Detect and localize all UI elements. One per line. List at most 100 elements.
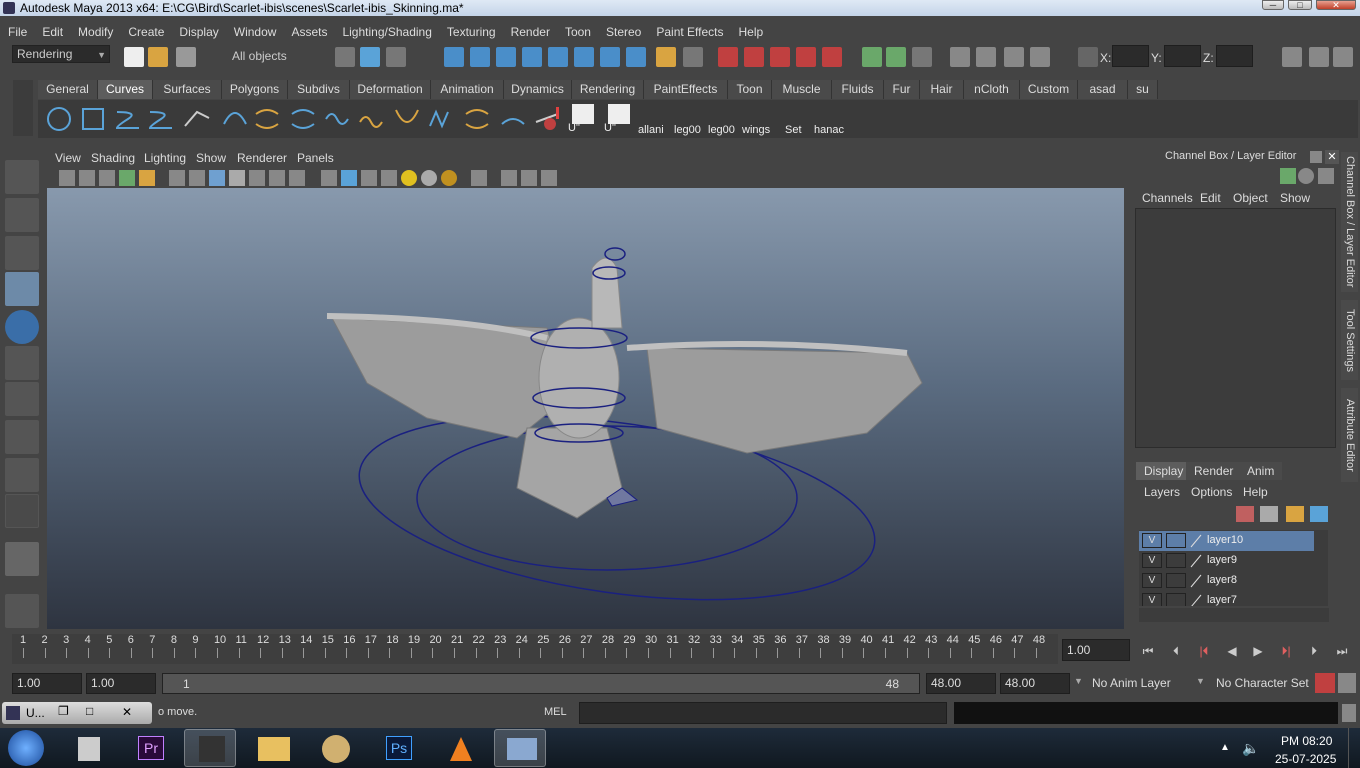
layer-color-icon[interactable] xyxy=(1189,573,1203,589)
rotate-tool-icon[interactable] xyxy=(5,310,39,344)
select-hierarchy-icon[interactable] xyxy=(335,47,355,67)
panel-menu-shading[interactable]: Shading xyxy=(91,151,135,165)
select-component-icon[interactable] xyxy=(386,47,406,67)
use-default-light-icon[interactable] xyxy=(401,170,417,186)
cv-curve-icon[interactable] xyxy=(113,104,143,134)
render-current-icon[interactable] xyxy=(976,47,996,67)
end-time-field[interactable]: 48.00 xyxy=(1000,673,1070,694)
taskbar-vlc[interactable] xyxy=(434,729,486,767)
side-tab-channel-box[interactable]: Channel Box / Layer Editor xyxy=(1341,152,1358,292)
taskbar-maya[interactable] xyxy=(184,729,236,767)
tab-anim-layers[interactable]: Anim xyxy=(1239,462,1283,480)
last-tool-icon[interactable] xyxy=(5,494,39,528)
cb-menu-edit[interactable]: Edit xyxy=(1200,191,1221,205)
shelf-button-set[interactable]: Set xyxy=(783,104,813,136)
pick-joints-icon[interactable] xyxy=(470,47,490,67)
pick-deformations-icon[interactable] xyxy=(548,47,568,67)
close-button[interactable]: ✕ xyxy=(1316,0,1356,10)
shadows-icon[interactable] xyxy=(441,170,457,186)
shelf-button-leg00-a[interactable]: leg00 xyxy=(674,104,708,136)
layer-horizontal-scrollbar[interactable] xyxy=(1139,608,1329,622)
tab-render-layers[interactable]: Render xyxy=(1186,462,1242,480)
smooth-shade-icon[interactable] xyxy=(209,170,225,186)
panel-menu-lighting[interactable]: Lighting xyxy=(144,151,186,165)
shelf-menu-handle[interactable] xyxy=(13,80,33,136)
layer-playback-toggle[interactable] xyxy=(1166,553,1186,568)
layer-row[interactable]: V layer9 xyxy=(1139,551,1320,571)
menu-file[interactable]: File xyxy=(0,22,34,39)
attach-curves-icon[interactable] xyxy=(252,104,282,134)
tab-toon[interactable]: Toon xyxy=(728,80,772,99)
restore-icon[interactable]: ❐ xyxy=(58,704,69,718)
isolate-icon[interactable] xyxy=(471,170,487,186)
resolution-gate-icon[interactable] xyxy=(501,170,517,186)
layer-color-icon[interactable] xyxy=(1189,553,1203,569)
menu-display[interactable]: Display xyxy=(171,22,225,39)
tab-display-layers[interactable]: Display xyxy=(1136,462,1192,480)
pencil-curve-icon[interactable] xyxy=(182,104,212,134)
playback-end-field[interactable]: 48.00 xyxy=(926,673,996,694)
single-perspective-layout-icon[interactable] xyxy=(5,542,39,576)
new-layer-icon[interactable] xyxy=(1260,506,1278,522)
maximize-icon[interactable]: □ xyxy=(86,704,93,718)
tab-fur[interactable]: Fur xyxy=(884,80,920,99)
history-input-icon[interactable] xyxy=(862,47,882,67)
shelf-button-u2[interactable]: U" xyxy=(604,104,630,134)
layer-row[interactable]: V layer10 xyxy=(1139,531,1320,551)
open-close-curve-icon[interactable] xyxy=(356,104,386,134)
fillet-curve-icon[interactable] xyxy=(392,104,422,134)
camera-lock-icon[interactable] xyxy=(119,170,135,186)
float-panel-icon[interactable] xyxy=(1310,151,1322,163)
anim-layer-dropdown[interactable]: No Anim Layer xyxy=(1092,676,1171,690)
shelf-button-allani[interactable]: allani xyxy=(638,104,674,136)
render-view-icon[interactable] xyxy=(950,47,970,67)
construction-history-icon[interactable] xyxy=(912,47,932,67)
shelf-button-leg00-b[interactable]: leg00 xyxy=(708,104,742,136)
taskbar-remote[interactable] xyxy=(494,729,546,767)
character-set-dropdown[interactable]: No Character Set xyxy=(1216,676,1309,690)
shelf-button-u1[interactable]: U" xyxy=(568,104,594,134)
play-backwards-button[interactable]: ◀ xyxy=(1222,641,1242,661)
panel-menu-show[interactable]: Show xyxy=(196,151,226,165)
layer-color-icon[interactable] xyxy=(1189,593,1203,606)
menu-toon[interactable]: Toon xyxy=(557,22,598,39)
universal-manipulator-icon[interactable] xyxy=(5,382,39,416)
layer-visibility-toggle[interactable]: V xyxy=(1142,593,1162,606)
cb-menu-object[interactable]: Object xyxy=(1233,191,1268,205)
start-time-field[interactable]: 1.00 xyxy=(12,673,82,694)
tab-subdivs[interactable]: Subdivs xyxy=(288,80,350,99)
snap-grid-icon[interactable] xyxy=(718,47,738,67)
layer-row[interactable]: V layer8 xyxy=(1139,571,1320,591)
rebuild-curve-icon[interactable] xyxy=(538,104,568,134)
new-scene-icon[interactable] xyxy=(124,47,144,67)
maximize-button[interactable]: □ xyxy=(1288,0,1312,10)
time-slider[interactable]: 1 2 3 4 5 6 7 8 9 10 11 12 13 14 15 16 17 18 19 20 21 22 23 24 2… xyxy=(12,634,1058,664)
soft-mod-tool-icon[interactable] xyxy=(5,420,39,454)
menu-help[interactable]: Help xyxy=(731,22,771,39)
show-manipulator-icon[interactable] xyxy=(5,458,39,492)
go-to-end-button[interactable]: ⏭ xyxy=(1332,641,1352,661)
cb-menu-channels[interactable]: Channels xyxy=(1142,191,1193,205)
volume-icon[interactable]: 🔈 xyxy=(1242,740,1259,757)
insert-knot-icon[interactable] xyxy=(426,104,456,134)
menu-window[interactable]: Window xyxy=(226,22,284,39)
side-tab-attribute-editor[interactable]: Attribute Editor xyxy=(1341,388,1358,482)
image-plane-icon[interactable] xyxy=(99,170,115,186)
wireframe-icon[interactable] xyxy=(189,170,205,186)
head-control[interactable] xyxy=(604,247,626,261)
command-input[interactable] xyxy=(579,702,947,724)
clock-time[interactable]: PM 08:20 xyxy=(1281,734,1332,748)
layer-menu-layers[interactable]: Layers xyxy=(1144,485,1180,499)
field-chart-icon[interactable] xyxy=(521,170,537,186)
all-lights-icon[interactable] xyxy=(421,170,437,186)
clock-date[interactable]: 25-07-2025 xyxy=(1275,752,1336,766)
playback-start-field[interactable]: 1.00 xyxy=(86,673,156,694)
menu-modify[interactable]: Modify xyxy=(70,22,120,39)
align-curves-icon[interactable] xyxy=(322,104,352,134)
menu-paint-effects[interactable]: Paint Effects xyxy=(648,22,730,39)
current-time-field[interactable]: 1.00 xyxy=(1062,639,1130,661)
pick-misc-icon[interactable] xyxy=(626,47,646,67)
channel-speed-icon[interactable] xyxy=(1298,168,1314,184)
pick-curves-icon[interactable] xyxy=(496,47,516,67)
paint-select-tool-icon[interactable] xyxy=(5,236,39,270)
